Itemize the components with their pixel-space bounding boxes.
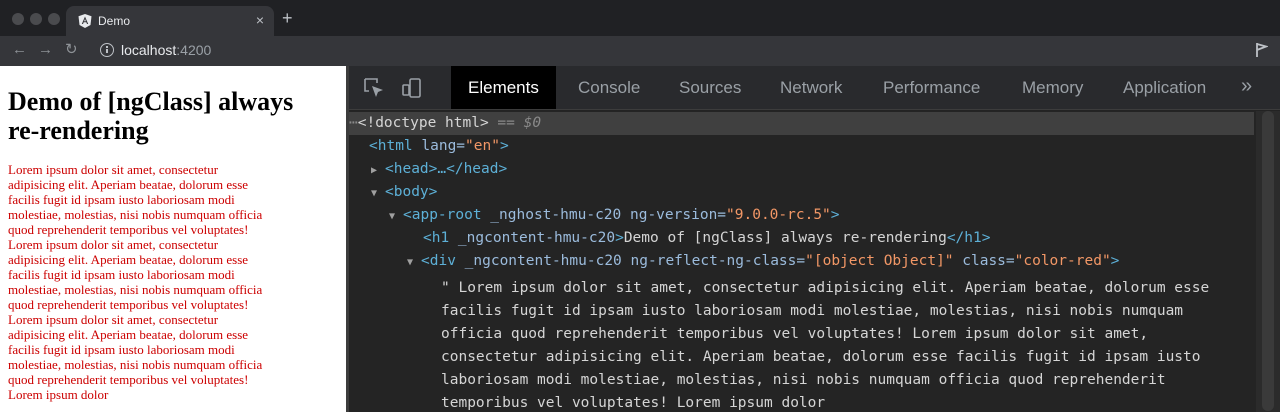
collapse-triangle-icon[interactable]: ▼ (389, 205, 403, 228)
browser-tab[interactable]: Demo × (66, 6, 274, 36)
page-heading: Demo of [ngClass] always re-rendering (8, 87, 294, 145)
dom-node-app-root[interactable]: ▼ <app-root _nghost-hmu-c20 ng-version="9… (389, 204, 840, 227)
elements-scrollbar[interactable] (1256, 111, 1280, 412)
dom-node-h1[interactable]: <h1 _ngcontent-hmu-c20>Demo of [ngClass]… (423, 227, 990, 250)
collapse-triangle-icon[interactable]: ▼ (407, 251, 421, 274)
tab-memory[interactable]: Memory (1005, 66, 1100, 109)
address-bar[interactable]: localhost:4200 (121, 42, 211, 58)
dom-text-node[interactable]: " Lorem ipsum dolor sit amet, consectetu… (441, 277, 1241, 412)
tab-network[interactable]: Network (763, 66, 859, 109)
new-tab-icon[interactable]: + (282, 9, 293, 27)
more-tabs-chevron-icon[interactable]: » (1241, 75, 1252, 97)
browser-toolbar: ← → ↻ localhost:4200 (0, 36, 1280, 66)
red-paragraph: Lorem ipsum dolor sit amet, consectetur … (8, 162, 263, 402)
window-close-dot[interactable] (12, 13, 24, 25)
tab-console[interactable]: Console (561, 66, 657, 109)
browser-tabstrip: Demo × + (0, 0, 1280, 36)
bookmark-flag-icon[interactable] (1254, 42, 1268, 58)
url-port: :4200 (176, 42, 212, 58)
device-toolbar-icon[interactable] (401, 77, 423, 99)
forward-arrow-icon[interactable]: → (38, 41, 53, 59)
scrollbar-thumb[interactable] (1262, 111, 1274, 411)
elements-panel: ⋯<!doctype html> == $0 <html lang="en"> … (349, 111, 1280, 412)
angular-favicon-icon (78, 14, 92, 28)
site-info-icon[interactable] (100, 43, 114, 57)
tab-application[interactable]: Application (1106, 66, 1223, 109)
back-arrow-icon[interactable]: ← (12, 41, 27, 59)
dom-node-doctype[interactable]: ⋯<!doctype html> == $0 (349, 112, 1254, 135)
dom-node-div[interactable]: ▼ <div _ngcontent-hmu-c20 ng-reflect-ng-c… (407, 250, 1119, 273)
url-host: localhost (121, 42, 177, 58)
dom-node-head[interactable]: ▶ <head>…</head> (371, 158, 507, 181)
dom-node-body[interactable]: ▼ <body> (371, 181, 437, 204)
rendered-page: Demo of [ngClass] always re-rendering Lo… (0, 66, 346, 412)
tab-title: Demo (98, 14, 131, 28)
devtools-tabbar: Elements Console Sources Network Perform… (349, 66, 1280, 110)
dom-node-html[interactable]: <html lang="en"> (369, 135, 509, 158)
tab-elements[interactable]: Elements (451, 66, 556, 109)
tab-performance[interactable]: Performance (866, 66, 997, 109)
reload-icon[interactable]: ↻ (65, 41, 78, 59)
tab-sources[interactable]: Sources (662, 66, 758, 109)
ellipsis-icon: ⋯ (349, 115, 358, 131)
window-zoom-dot[interactable] (48, 13, 60, 25)
tab-close-icon[interactable]: × (256, 12, 264, 28)
window-minimize-dot[interactable] (30, 13, 42, 25)
expand-triangle-icon[interactable]: ▶ (371, 159, 385, 182)
inspect-element-icon[interactable] (363, 77, 385, 99)
collapse-triangle-icon[interactable]: ▼ (371, 182, 385, 205)
